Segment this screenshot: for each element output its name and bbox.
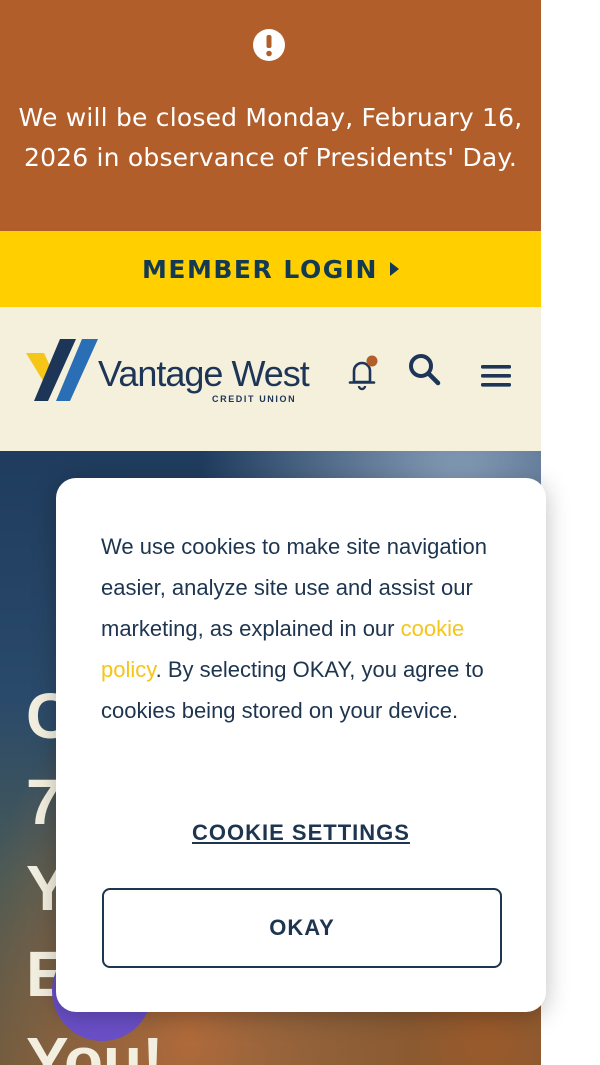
member-login-label: MEMBER LOGIN — [142, 254, 378, 284]
search-button[interactable] — [406, 351, 444, 389]
cookie-text-after: . By selecting OKAY, you agree to cookie… — [101, 657, 484, 723]
menu-button[interactable] — [479, 362, 515, 392]
member-login-button[interactable]: MEMBER LOGIN — [0, 231, 541, 307]
logo-wordmark: Vantage West — [98, 353, 310, 394]
caret-right-icon — [389, 262, 399, 276]
hamburger-menu-icon — [481, 365, 511, 387]
cookie-consent-dialog: We use cookies to make site navigation e… — [56, 478, 546, 1012]
notifications-button[interactable] — [345, 354, 379, 394]
okay-button[interactable]: OKAY — [102, 888, 502, 968]
cookie-consent-text: We use cookies to make site navigation e… — [101, 526, 511, 731]
logo-tagline: CREDIT UNION — [212, 394, 297, 404]
site-header: Vantage West CREDIT UNION — [0, 307, 541, 451]
search-icon — [409, 354, 441, 386]
alert-message: We will be closed Monday, February 16, 2… — [18, 103, 523, 172]
cookie-settings-link[interactable]: COOKIE SETTINGS — [56, 820, 546, 846]
vantage-west-logo[interactable]: Vantage West CREDIT UNION — [26, 339, 326, 409]
exclamation-circle-icon — [253, 29, 285, 61]
notification-dot — [366, 355, 378, 367]
closure-alert-banner: We will be closed Monday, February 16, 2… — [0, 0, 541, 231]
logo-mark-icon — [26, 339, 98, 401]
bell-icon — [348, 355, 378, 391]
